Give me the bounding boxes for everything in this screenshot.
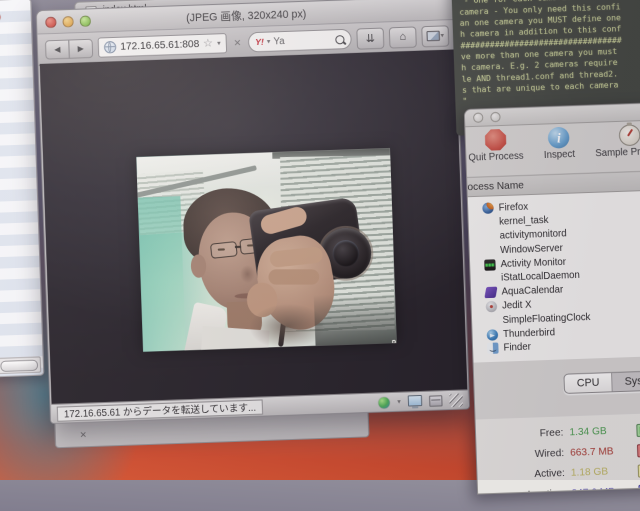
download-button[interactable]: ⇊ [356,27,385,50]
window-light [137,196,186,352]
inspect-label: Inspect [543,148,576,162]
addon-status-icon[interactable] [378,396,391,409]
process-name: WindowServer [499,242,563,256]
display-icon[interactable] [407,394,423,407]
quit-process-icon [484,129,506,151]
process-icon [482,202,494,215]
sample-process-button[interactable]: Sample Process [594,123,640,159]
screen: ◀ index.html 12 KB 2013/07 #############… [0,0,640,495]
inspect-icon: i [547,126,570,149]
process-name: Thunderbird [502,326,556,340]
site-icon [103,40,117,54]
back-button[interactable]: ◀ [44,39,70,60]
process-name: activitymonitord [499,228,567,242]
memory-stat-value: 1.34 GB [569,426,607,439]
sample-process-icon [618,124,640,147]
memory-stat-value: 663.7 MB [569,446,614,459]
process-name: AquaCalendar [501,284,564,298]
memory-legend-swatch [636,423,640,438]
memory-stat-row: Free: 1.34 GB [506,420,640,441]
search-dropdown-icon[interactable]: ▾ [267,38,271,45]
tab-system-memory[interactable]: System Memory [612,369,640,391]
minimize-button[interactable] [62,15,74,28]
search-engine-icon[interactable]: Y! [255,37,264,47]
browser-content: 2013-05-09 06:05:50-00 [39,49,468,405]
memory-stat-row: Wired: 663.7 MB [507,441,640,462]
forward-button[interactable]: ▶ [68,38,94,59]
memory-stat-value: 847.6 MB [571,486,616,495]
close-button[interactable] [45,16,57,28]
search-icon[interactable] [335,34,345,44]
process-icon [486,328,499,341]
resize-grip[interactable] [449,392,463,407]
finger [268,269,320,285]
home-button[interactable]: ⌂ [388,25,417,49]
webcam-image: 2013-05-09 06:05:50-00 [136,148,397,352]
process-name: Activity Monitor [500,256,567,270]
close-window-button[interactable] [0,12,1,22]
inspect-button[interactable]: i Inspect [543,126,576,162]
process-name: iStatLocalDaemon [500,269,581,284]
process-icon [485,300,498,313]
memory-stat-value: 1.18 GB [570,466,609,480]
activity-monitor-toolbar: Quit Process i Inspect Sample Process [465,118,640,177]
process-name: Firefox [498,201,529,214]
url-dropdown-icon[interactable]: ▾ [217,40,221,47]
person-left-eye [217,248,225,251]
search-text[interactable]: Ya [273,36,284,48]
pane-tab-control: CPU System Memory [563,368,640,394]
terminal-output: ############################# - One for … [458,0,640,107]
memory-stat-label: Free: [539,427,564,440]
network-icon[interactable] [429,394,443,407]
memory-stat-label: Active: [534,468,565,481]
search-input[interactable]: Y! ▾ Ya [247,28,352,53]
browser-window: (JPEG 画像, 320x240 px) ◀ ▶ 172.16.65.61:8… [35,0,471,425]
quit-process-label: Quit Process [468,150,524,164]
stop-button[interactable]: × [232,36,244,50]
timestamp-time: 06:05:50-00 [391,337,397,349]
system-memory-pane: Free: 1.34 GB Wired: 663.7 MB Active: 1.… [475,410,640,495]
addon-dropdown-icon[interactable]: ▾ [397,398,401,405]
process-icon [484,258,496,271]
tab-cpu[interactable]: CPU [564,372,613,393]
memory-stat-row: Active: 1.18 GB [508,461,640,482]
arm-shadow [313,292,397,346]
button-dropdown-icon: ▾ [440,32,445,40]
find-close-button[interactable]: × [80,429,87,441]
pane-tabs: CPU System Memory [473,353,640,420]
bookmark-star-icon[interactable]: ☆ [203,37,213,50]
quit-process-button[interactable]: Quit Process [467,128,524,164]
activity-monitor-window: Quit Process i Inspect Sample Process Pr… [463,99,640,495]
process-list: Firefox kernel_task activitymonitord Win… [467,188,640,363]
screenshot-button[interactable]: ▾ [421,24,450,48]
process-icon [484,286,498,299]
minimize-button[interactable] [490,111,501,123]
memory-stat-label: Wired: [534,447,565,460]
process-name: Jedit X [501,299,532,312]
zoom-button[interactable] [79,14,92,27]
process-name: Finder [503,341,532,354]
url-text[interactable]: 172.16.65.61:8081 [120,39,199,53]
horizontal-scrollbar[interactable]: ◀ [0,356,42,375]
process-icon [487,342,499,355]
glasses-bridge [234,245,242,249]
memory-stat-row: Inactive: 847.6 MB [508,481,640,495]
close-button[interactable] [472,112,484,123]
process-name: kernel_task [498,214,549,228]
memory-stat-label: Inactive: [509,488,566,494]
sample-process-label: Sample Process [595,145,640,160]
picture-icon [426,30,440,42]
url-field[interactable]: 172.16.65.61:8081 ☆ ▾ [97,33,228,58]
scrollbar-thumb[interactable] [0,359,39,372]
